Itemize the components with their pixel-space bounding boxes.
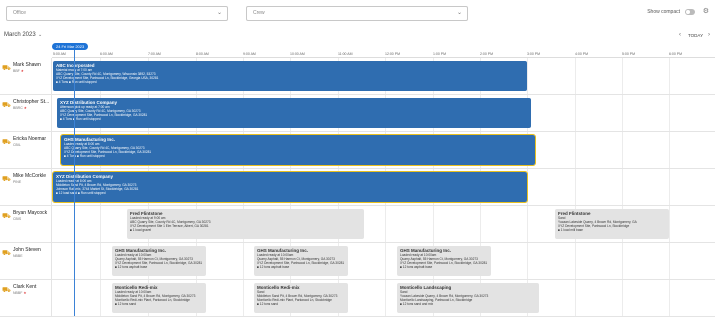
job-card[interactable]: GHS Manufacturing Inc. Loaded ready at 1… (397, 246, 491, 276)
job-detail: ■ 1 load gravel (130, 228, 152, 232)
star-icon: ★ (23, 291, 27, 295)
job-detail: ■ 12 tons sand (115, 302, 137, 306)
calendar-nav: March 2023 ⌄ ‹ TODAY › (0, 30, 715, 42)
resource-code: PINE (13, 180, 22, 184)
job-detail: ■ 4 Tons ■ Run until stopped (64, 154, 105, 158)
resource-name: Christopher St... (13, 99, 50, 105)
resource-row: ⛟ Mark Shawn BBF ★ ABC Incorporated Mate… (0, 58, 715, 95)
time-tick: 7:00 AM (148, 52, 161, 56)
resource-cell[interactable]: ⛟ Mike McCorkle PINE (0, 169, 52, 206)
job-detail: ■ 4 Tons ■ Run until stopped (56, 80, 97, 84)
resource-code: NBBE (13, 254, 23, 258)
resource-name: Mike McCorkle (13, 173, 47, 179)
truck-icon: ⛟ (2, 176, 11, 183)
job-card[interactable]: ABC Incorporated Material ready at 7:00 … (53, 61, 527, 91)
resource-cell[interactable]: ⛟ Christopher St... BBRC ★ (0, 95, 52, 132)
chevron-down-icon: ⌄ (456, 10, 462, 16)
resource-name: Bryan Maycock (13, 210, 48, 216)
time-tick: 2:00 PM (480, 52, 494, 56)
time-tick: 6:00 PM (669, 52, 683, 56)
next-day-button[interactable]: › (708, 32, 710, 38)
today-button[interactable]: TODAY (688, 33, 703, 38)
show-compact-label: Show compact (647, 9, 680, 15)
job-detail: ■ 12 tons asphalt base (400, 265, 433, 269)
time-tick: 3:00 PM (527, 52, 541, 56)
job-card[interactable]: Monticello Landscaping Sand Yucaan Lakes… (397, 283, 539, 313)
truck-icon: ⛟ (2, 65, 11, 72)
time-tick: 5:00 AM (53, 52, 66, 56)
job-detail: ■ 12 load sand ■ Run until stopped (56, 191, 106, 195)
job-card[interactable]: Fred Flintstone Loaded ready at 9:00 am … (127, 209, 364, 239)
resource-row: ⛟ John Steven NBBE GHS Manufacturing Inc… (0, 243, 715, 280)
job-detail: ■ 12 tons sand and mix (400, 302, 434, 306)
job-card[interactable]: Monticello Redi-mix Loaded ready at 10:0… (112, 283, 206, 313)
resource-code: CBIL (13, 143, 21, 147)
truck-icon: ⛟ (2, 287, 11, 294)
job-card[interactable]: GHS Manufacturing Inc. Loaded ready at 1… (112, 246, 206, 276)
job-detail: ■ 12 tons asphalt base (257, 265, 290, 269)
resource-name: Clark Kent (13, 284, 37, 290)
job-card[interactable]: Monticello Redi-mix Sand Middleton Sand … (254, 283, 348, 313)
gear-icon[interactable]: ⚙ (703, 7, 709, 15)
current-date-pill: 24 Fri Mar 2023 (52, 43, 89, 50)
resource-code: CBIS (13, 217, 22, 221)
time-tick: 11:00 AM (338, 52, 353, 56)
truck-icon: ⛟ (2, 139, 11, 146)
resource-name: Ericka Noemar (13, 136, 47, 142)
time-tick: 10:00 AM (290, 52, 305, 56)
office-select[interactable]: Office ⌄ (6, 6, 228, 21)
truck-icon: ⛟ (2, 250, 11, 257)
previous-day-button[interactable]: ‹ (679, 32, 681, 38)
current-time-line (74, 50, 75, 316)
crew-select[interactable]: Crew ⌄ (246, 6, 468, 21)
crew-select-placeholder: Crew (253, 10, 265, 16)
job-card[interactable]: XYZ Distribution Company Loaded ready at… (52, 171, 528, 203)
truck-icon: ⛟ (2, 102, 11, 109)
time-tick: 8:00 AM (196, 52, 209, 56)
star-icon: ★ (20, 69, 24, 73)
show-compact-toggle[interactable] (685, 9, 695, 15)
filter-bar: Office ⌄ Crew ⌄ Show compact ⚙ (0, 0, 715, 30)
job-detail: ■ 12 tons asphalt base (115, 265, 148, 269)
resource-cell[interactable]: ⛟ Ericka Noemar CBIL (0, 132, 52, 169)
job-detail: ■ 1 load mill base (558, 228, 583, 232)
resource-row: ⛟ Bryan Maycock CBIS Fred Flintstone Loa… (0, 206, 715, 243)
job-detail: ■ 12 tons sand (257, 302, 279, 306)
resource-cell[interactable]: ⛟ Mark Shawn BBF ★ (0, 58, 52, 95)
resource-name: John Steven (13, 247, 41, 253)
time-tick: 12:00 PM (385, 52, 400, 56)
chevron-down-icon: ⌄ (216, 10, 222, 16)
job-card[interactable]: XYZ Distribution Company Afternoon pick … (57, 98, 531, 128)
time-tick: 4:00 PM (575, 52, 589, 56)
month-label[interactable]: March 2023 (4, 32, 36, 38)
time-tick: 9:00 AM (243, 52, 256, 56)
time-tick: 5:00 PM (622, 52, 636, 56)
time-tick: 1:00 PM (433, 52, 447, 56)
resource-row: ⛟ Ericka Noemar CBIL GHS Manufacturing I… (0, 132, 715, 169)
resource-code: BBF ★ (13, 69, 24, 73)
resource-cell[interactable]: ⛟ Bryan Maycock CBIS (0, 206, 52, 243)
job-card[interactable]: Fred Flintstone Sand Yucaan Lakeside Qua… (555, 209, 669, 239)
job-card[interactable]: GHS Manufacturing Inc. Loaded ready at 1… (254, 246, 348, 276)
resource-cell[interactable]: ⛟ Clark Kent NBBF ★ (0, 280, 52, 317)
time-tick: 6:00 AM (100, 52, 113, 56)
truck-icon: ⛟ (2, 213, 11, 220)
resource-cell[interactable]: ⛟ John Steven NBBE (0, 243, 52, 280)
time-axis: 5:00 AM 6:00 AM 7:00 AM 8:00 AM 9:00 AM … (52, 51, 715, 58)
job-card[interactable]: GHS Manufacturing Inc. Loaded ready at 8… (60, 134, 536, 166)
resource-code: NBBF ★ (13, 291, 27, 295)
resource-row: ⛟ Christopher St... BBRC ★ XYZ Distribut… (0, 95, 715, 132)
resource-row: ⛟ Mike McCorkle PINE XYZ Distribution Co… (0, 169, 715, 206)
star-icon: ★ (23, 106, 27, 110)
resource-code: BBRC ★ (13, 106, 27, 110)
resource-row: ⛟ Clark Kent NBBF ★ Monticello Redi-mix … (0, 280, 715, 317)
resource-name: Mark Shawn (13, 62, 41, 68)
office-select-placeholder: Office (13, 10, 26, 16)
chevron-down-icon[interactable]: ⌄ (38, 32, 42, 38)
job-detail: ■ 4 Tons ■ Run until stopped (60, 117, 101, 121)
